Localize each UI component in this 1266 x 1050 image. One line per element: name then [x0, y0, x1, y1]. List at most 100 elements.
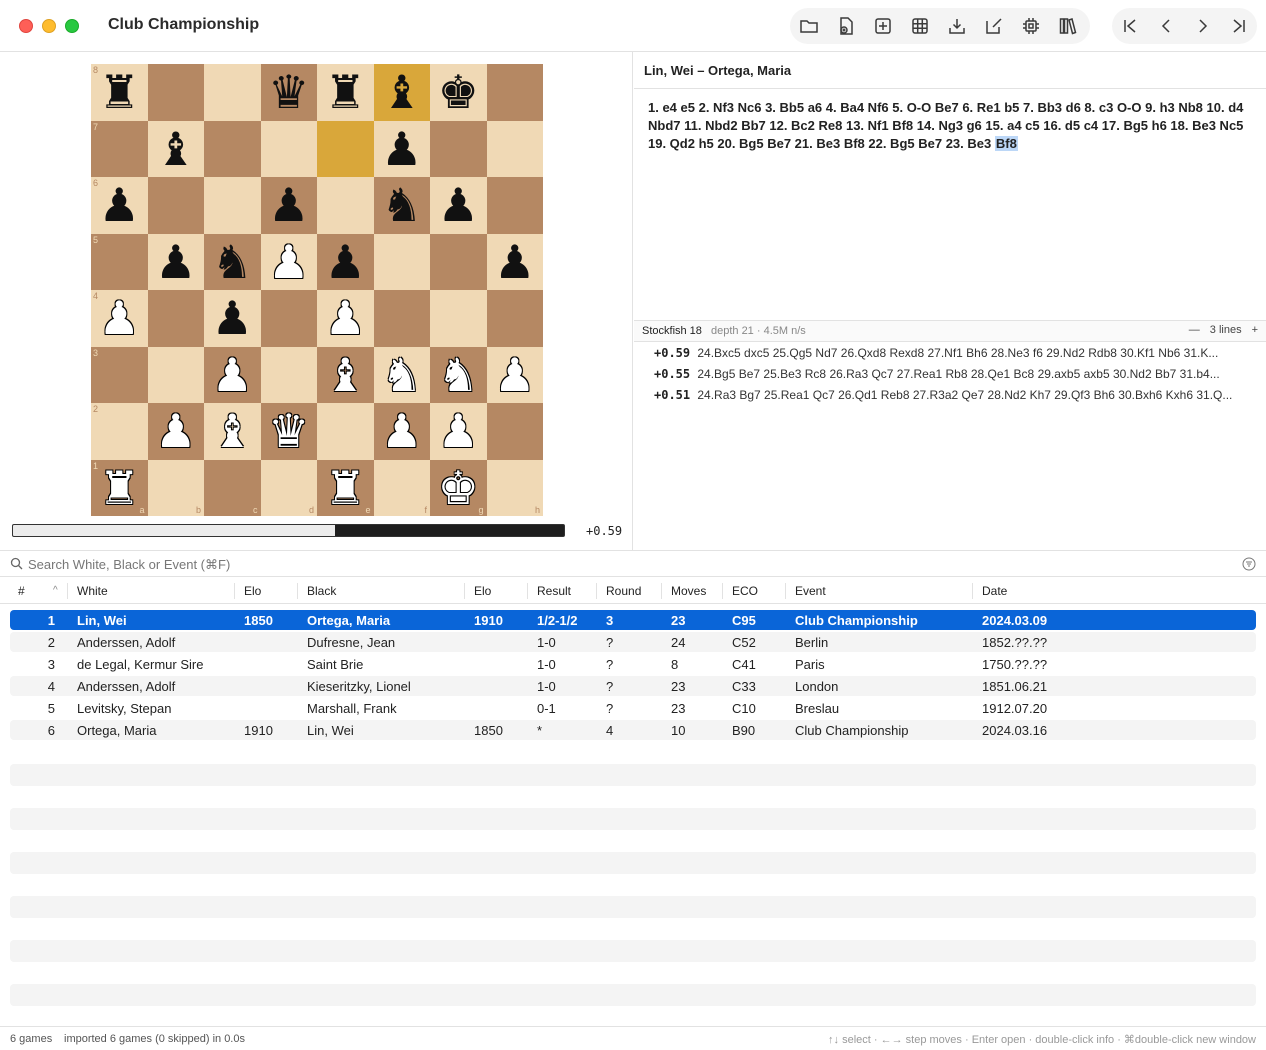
square-d1[interactable]: d — [260, 459, 317, 516]
square-d8[interactable]: ♛ — [260, 64, 317, 121]
white-pawn-icon[interactable]: ♟ — [99, 295, 140, 341]
import-icon[interactable] — [938, 8, 975, 44]
move-text[interactable]: 1. e4 e5 2. Nf3 Nc6 3. Bb5 a6 4. Ba4 Nf6… — [648, 100, 1243, 151]
sort-ascending-icon[interactable]: ^ — [53, 585, 58, 596]
square-g4[interactable] — [430, 290, 487, 347]
white-bishop-icon[interactable]: ♝ — [212, 408, 253, 454]
square-d4[interactable] — [260, 290, 317, 347]
square-d7[interactable] — [260, 120, 317, 177]
minimize-window-button[interactable] — [42, 19, 56, 33]
square-f2[interactable]: ♟ — [373, 403, 430, 460]
column-header-black-elo[interactable]: Elo — [474, 584, 491, 598]
square-e6[interactable] — [317, 177, 374, 234]
square-f7[interactable]: ♟ — [373, 120, 430, 177]
black-knight-icon[interactable]: ♞ — [381, 182, 422, 228]
square-c5[interactable]: ♞ — [204, 233, 261, 290]
filter-icon[interactable] — [1242, 557, 1256, 574]
column-header-white[interactable]: White — [77, 584, 108, 598]
square-g5[interactable] — [430, 233, 487, 290]
square-e8[interactable]: ♜ — [317, 64, 374, 121]
black-pawn-icon[interactable]: ♟ — [494, 239, 535, 285]
previous-move-icon[interactable] — [1148, 8, 1184, 44]
square-g2[interactable]: ♟ — [430, 403, 487, 460]
column-header-date[interactable]: Date — [982, 584, 1007, 598]
table-row[interactable]: 2 Anderssen, Adolf Dufresne, Jean 1-0? 24 C52… — [10, 632, 1256, 652]
square-g1[interactable]: g ♚ — [430, 459, 487, 516]
square-f5[interactable] — [373, 233, 430, 290]
library-icon[interactable] — [1049, 8, 1086, 44]
square-c3[interactable]: ♟ — [204, 346, 261, 403]
white-pawn-icon[interactable]: ♟ — [155, 408, 196, 454]
white-king-icon[interactable]: ♚ — [438, 465, 479, 511]
square-e5[interactable]: ♟ — [317, 233, 374, 290]
white-rook-icon[interactable]: ♜ — [325, 465, 366, 511]
column-header-number[interactable]: # — [18, 584, 25, 598]
black-rook-icon[interactable]: ♜ — [99, 69, 140, 115]
square-a1[interactable]: 1 a ♜ — [91, 459, 148, 516]
square-a6[interactable]: 6 ♟ — [91, 177, 148, 234]
white-pawn-icon[interactable]: ♟ — [381, 408, 422, 454]
add-icon[interactable] — [864, 8, 901, 44]
current-move[interactable]: Bf8 — [994, 136, 1018, 151]
black-pawn-icon[interactable]: ♟ — [325, 239, 366, 285]
square-d5[interactable]: ♟ — [260, 233, 317, 290]
chess-board[interactable]: 8 ♜ ♛ ♜ ♝ ♚ 7 ♝ ♟ 6 ♟ ♟ ♞ ♟ 5 ♟ ♞ ♟ ♟ ♟ 4 ♟ ♟ ♟ 3 ♟ ♝ ♞ ♞ ♟ 2 ♟ ♝ ♛ ♟ ♟ 1 a ♜ b… — [91, 64, 543, 516]
square-h2[interactable] — [486, 403, 543, 460]
zoom-window-button[interactable] — [65, 19, 79, 33]
square-d3[interactable] — [260, 346, 317, 403]
white-pawn-icon[interactable]: ♟ — [438, 408, 479, 454]
white-pawn-icon[interactable]: ♟ — [494, 352, 535, 398]
open-folder-icon[interactable] — [790, 8, 827, 44]
engine-line[interactable]: +0.55 24.Bg5 Be7 25.Be3 Rc8 26.Ra3 Qc7 2… — [634, 365, 1266, 386]
column-header-result[interactable]: Result — [537, 584, 571, 598]
black-pawn-icon[interactable]: ♟ — [155, 239, 196, 285]
square-f8[interactable]: ♝ — [373, 64, 430, 121]
square-h3[interactable]: ♟ — [486, 346, 543, 403]
white-rook-icon[interactable]: ♜ — [99, 465, 140, 511]
square-c8[interactable] — [204, 64, 261, 121]
square-g6[interactable]: ♟ — [430, 177, 487, 234]
white-bishop-icon[interactable]: ♝ — [325, 352, 366, 398]
white-knight-icon[interactable]: ♞ — [438, 352, 479, 398]
black-knight-icon[interactable]: ♞ — [212, 239, 253, 285]
square-h5[interactable]: ♟ — [486, 233, 543, 290]
black-pawn-icon[interactable]: ♟ — [212, 295, 253, 341]
engine-line[interactable]: +0.51 24.Ra3 Bg7 25.Rea1 Qc7 26.Qd1 Reb8… — [634, 386, 1266, 407]
square-b7[interactable]: ♝ — [147, 120, 204, 177]
edit-icon[interactable] — [975, 8, 1012, 44]
square-f3[interactable]: ♞ — [373, 346, 430, 403]
column-header-event[interactable]: Event — [795, 584, 826, 598]
white-pawn-icon[interactable]: ♟ — [268, 239, 309, 285]
square-c2[interactable]: ♝ — [204, 403, 261, 460]
square-a2[interactable]: 2 — [91, 403, 148, 460]
last-move-icon[interactable] — [1221, 8, 1257, 44]
white-knight-icon[interactable]: ♞ — [381, 352, 422, 398]
next-move-icon[interactable] — [1185, 8, 1221, 44]
square-d2[interactable]: ♛ — [260, 403, 317, 460]
square-a8[interactable]: 8 ♜ — [91, 64, 148, 121]
square-g8[interactable]: ♚ — [430, 64, 487, 121]
close-window-button[interactable] — [19, 19, 33, 33]
table-row[interactable]: 6 Ortega, Maria 1910 Lin, Wei 1850 * 4 10 B90 Clu… — [10, 720, 1256, 740]
white-pawn-icon[interactable]: ♟ — [212, 352, 253, 398]
black-bishop-icon[interactable]: ♝ — [155, 126, 196, 172]
square-h4[interactable] — [486, 290, 543, 347]
column-header-black[interactable]: Black — [307, 584, 336, 598]
engine-chip-icon[interactable] — [1012, 8, 1049, 44]
column-header-round[interactable]: Round — [606, 584, 641, 598]
search-input[interactable] — [28, 554, 1208, 574]
square-h7[interactable] — [486, 120, 543, 177]
decrease-lines-button[interactable]: — — [1189, 324, 1200, 336]
square-b8[interactable] — [147, 64, 204, 121]
square-a5[interactable]: 5 — [91, 233, 148, 290]
black-pawn-icon[interactable]: ♟ — [268, 182, 309, 228]
black-pawn-icon[interactable]: ♟ — [99, 182, 140, 228]
square-h8[interactable] — [486, 64, 543, 121]
square-e7[interactable] — [317, 120, 374, 177]
square-e1[interactable]: e ♜ — [317, 459, 374, 516]
square-g7[interactable] — [430, 120, 487, 177]
square-b4[interactable] — [147, 290, 204, 347]
table-row[interactable]: 5 Levitsky, Stepan Marshall, Frank 0-1? 23 C1… — [10, 698, 1256, 718]
square-h1[interactable]: h — [486, 459, 543, 516]
square-b6[interactable] — [147, 177, 204, 234]
